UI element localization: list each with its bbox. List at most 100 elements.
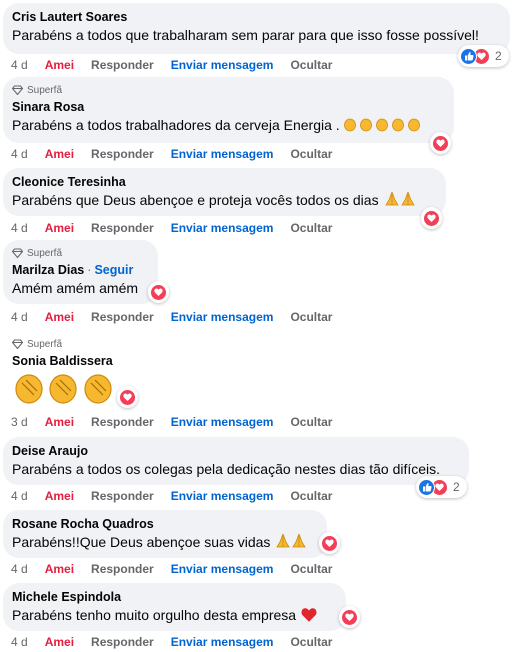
hide-button[interactable]: Ocultar <box>290 221 332 235</box>
reply-button[interactable]: Responder <box>91 489 154 503</box>
comment-actions: 3 d Amei Responder Enviar mensagem Ocult… <box>11 415 349 429</box>
comment-text: Parabéns a todos que trabalharam sem par… <box>12 27 479 43</box>
comment-text: Parabéns tenho muito orgulho desta empre… <box>12 605 334 625</box>
send-message-button[interactable]: Enviar mensagem <box>171 635 274 649</box>
reply-button[interactable]: Responder <box>91 415 154 429</box>
hide-button[interactable]: Ocultar <box>290 310 332 324</box>
comment-time[interactable]: 4 d <box>11 221 28 235</box>
amei-button[interactable]: Amei <box>45 147 74 161</box>
send-message-button[interactable]: Enviar mensagem <box>171 147 274 161</box>
comment-time[interactable]: 4 d <box>11 310 28 324</box>
superfan-badge: Superfã <box>12 337 62 351</box>
comment-author[interactable]: Cleonice Teresinha <box>12 174 434 190</box>
diamond-icon <box>12 339 23 349</box>
pray-emoji <box>384 191 415 206</box>
send-message-button[interactable]: Enviar mensagem <box>171 562 274 576</box>
superfan-label: Superfã <box>27 338 63 350</box>
clap-emoji <box>343 118 420 132</box>
comment-time[interactable]: 4 d <box>11 562 28 576</box>
comment-bubble: Michele Espindola Parabéns tenho muito o… <box>3 583 346 631</box>
comment-text: Parabéns!!Que Deus abençoe suas vidas <box>12 532 315 552</box>
superfan-label: Superfã <box>27 247 63 259</box>
amei-button[interactable]: Amei <box>45 58 74 72</box>
comment-time[interactable]: 4 d <box>11 635 28 649</box>
superfan-badge: Superfã <box>12 83 442 97</box>
hide-button[interactable]: Ocultar <box>290 489 332 503</box>
send-message-button[interactable]: Enviar mensagem <box>171 489 274 503</box>
heart-icon <box>432 134 449 152</box>
heart-icon <box>341 608 358 626</box>
amei-button[interactable]: Amei <box>45 489 74 503</box>
amei-button[interactable]: Amei <box>45 562 74 576</box>
comment-author[interactable]: Rosane Rocha Quadros <box>12 516 315 532</box>
heart-icon <box>119 388 136 406</box>
comment-author[interactable]: Cris Lautert Soares <box>12 9 498 25</box>
comment-bubble: Cleonice Teresinha Parabéns que Deus abe… <box>3 168 446 216</box>
hide-button[interactable]: Ocultar <box>290 58 332 72</box>
pray-emoji <box>276 533 307 548</box>
reaction-summary[interactable] <box>117 386 138 408</box>
superfan-label: Superfã <box>27 84 63 96</box>
comment-bubble: Rosane Rocha Quadros Parabéns!!Que Deus … <box>3 510 327 558</box>
diamond-icon <box>12 248 23 258</box>
comment-time[interactable]: 4 d <box>11 489 28 503</box>
reply-button[interactable]: Responder <box>91 310 154 324</box>
pray-emojis <box>384 191 416 208</box>
reply-button[interactable]: Responder <box>91 147 154 161</box>
comment-time[interactable]: 4 d <box>11 58 28 72</box>
reaction-summary[interactable] <box>148 281 169 303</box>
comment-actions: 4 d Amei Responder Enviar mensagem Ocult… <box>11 221 349 235</box>
reply-button[interactable]: Responder <box>91 562 154 576</box>
follow-button[interactable]: Seguir <box>94 263 133 277</box>
comment-author[interactable]: Marilza Dias <box>12 263 84 277</box>
amei-button[interactable]: Amei <box>45 310 74 324</box>
comment-text: Amém amém amém <box>12 280 139 296</box>
comment-bubble: Deise Araujo Parabéns a todos os colegas… <box>3 437 469 485</box>
comment-actions: 4 d Amei Responder Enviar mensagem Ocult… <box>11 147 349 161</box>
reply-button[interactable]: Responder <box>91 635 154 649</box>
reaction-summary[interactable] <box>430 132 451 154</box>
send-message-button[interactable]: Enviar mensagem <box>171 415 274 429</box>
comment-actions: 4 d Amei Responder Enviar mensagem Ocult… <box>11 635 349 649</box>
reply-button[interactable]: Responder <box>91 221 154 235</box>
amei-button[interactable]: Amei <box>45 415 74 429</box>
heart-icon <box>150 283 167 301</box>
send-message-button[interactable]: Enviar mensagem <box>171 221 274 235</box>
amei-button[interactable]: Amei <box>45 221 74 235</box>
heart-icon <box>423 209 440 227</box>
reaction-count: 2 <box>495 49 502 63</box>
hide-button[interactable]: Ocultar <box>290 415 332 429</box>
send-message-button[interactable]: Enviar mensagem <box>171 58 274 72</box>
reaction-summary[interactable] <box>339 606 360 628</box>
reaction-summary[interactable] <box>421 207 442 229</box>
hide-button[interactable]: Ocultar <box>290 635 332 649</box>
like-icon <box>418 478 435 496</box>
superfan-badge: Superfã <box>12 246 146 260</box>
reply-button[interactable]: Responder <box>91 58 154 72</box>
reaction-summary[interactable]: 2 <box>458 45 509 67</box>
comment-author[interactable]: Sinara Rosa <box>12 99 442 115</box>
comment-author[interactable]: Deise Araujo <box>12 443 457 459</box>
comment-text: Parabéns a todos os colegas pela dedicaç… <box>12 461 441 477</box>
comment-author-row: Marilza Dias · Seguir <box>12 263 134 277</box>
comment-bubble: Cris Lautert Soares Parabéns a todos que… <box>3 3 510 54</box>
comment-author[interactable]: Michele Espindola <box>12 589 334 605</box>
comment-time[interactable]: 3 d <box>11 415 28 429</box>
reaction-summary[interactable]: 2 <box>416 476 467 498</box>
clap-emoji <box>15 374 112 404</box>
comment-text: Parabéns que Deus abençoe e proteja você… <box>12 190 434 210</box>
reaction-summary[interactable] <box>319 532 340 554</box>
red-heart-emoji <box>301 608 317 622</box>
comment-text: Parabéns a todos trabalhadores da cervej… <box>12 115 442 135</box>
reaction-count: 2 <box>453 480 460 494</box>
like-icon <box>460 47 477 65</box>
hide-button[interactable]: Ocultar <box>290 562 332 576</box>
comment-actions: 4 d Amei Responder Enviar mensagem Ocult… <box>11 58 349 72</box>
amei-button[interactable]: Amei <box>45 635 74 649</box>
comment-time[interactable]: 4 d <box>11 147 28 161</box>
heart-icon <box>321 534 338 552</box>
comment-bubble: Superfã Sinara Rosa Parabéns a todos tra… <box>3 77 454 143</box>
send-message-button[interactable]: Enviar mensagem <box>171 310 274 324</box>
comment-author[interactable]: Sonia Baldissera <box>12 353 113 369</box>
hide-button[interactable]: Ocultar <box>290 147 332 161</box>
